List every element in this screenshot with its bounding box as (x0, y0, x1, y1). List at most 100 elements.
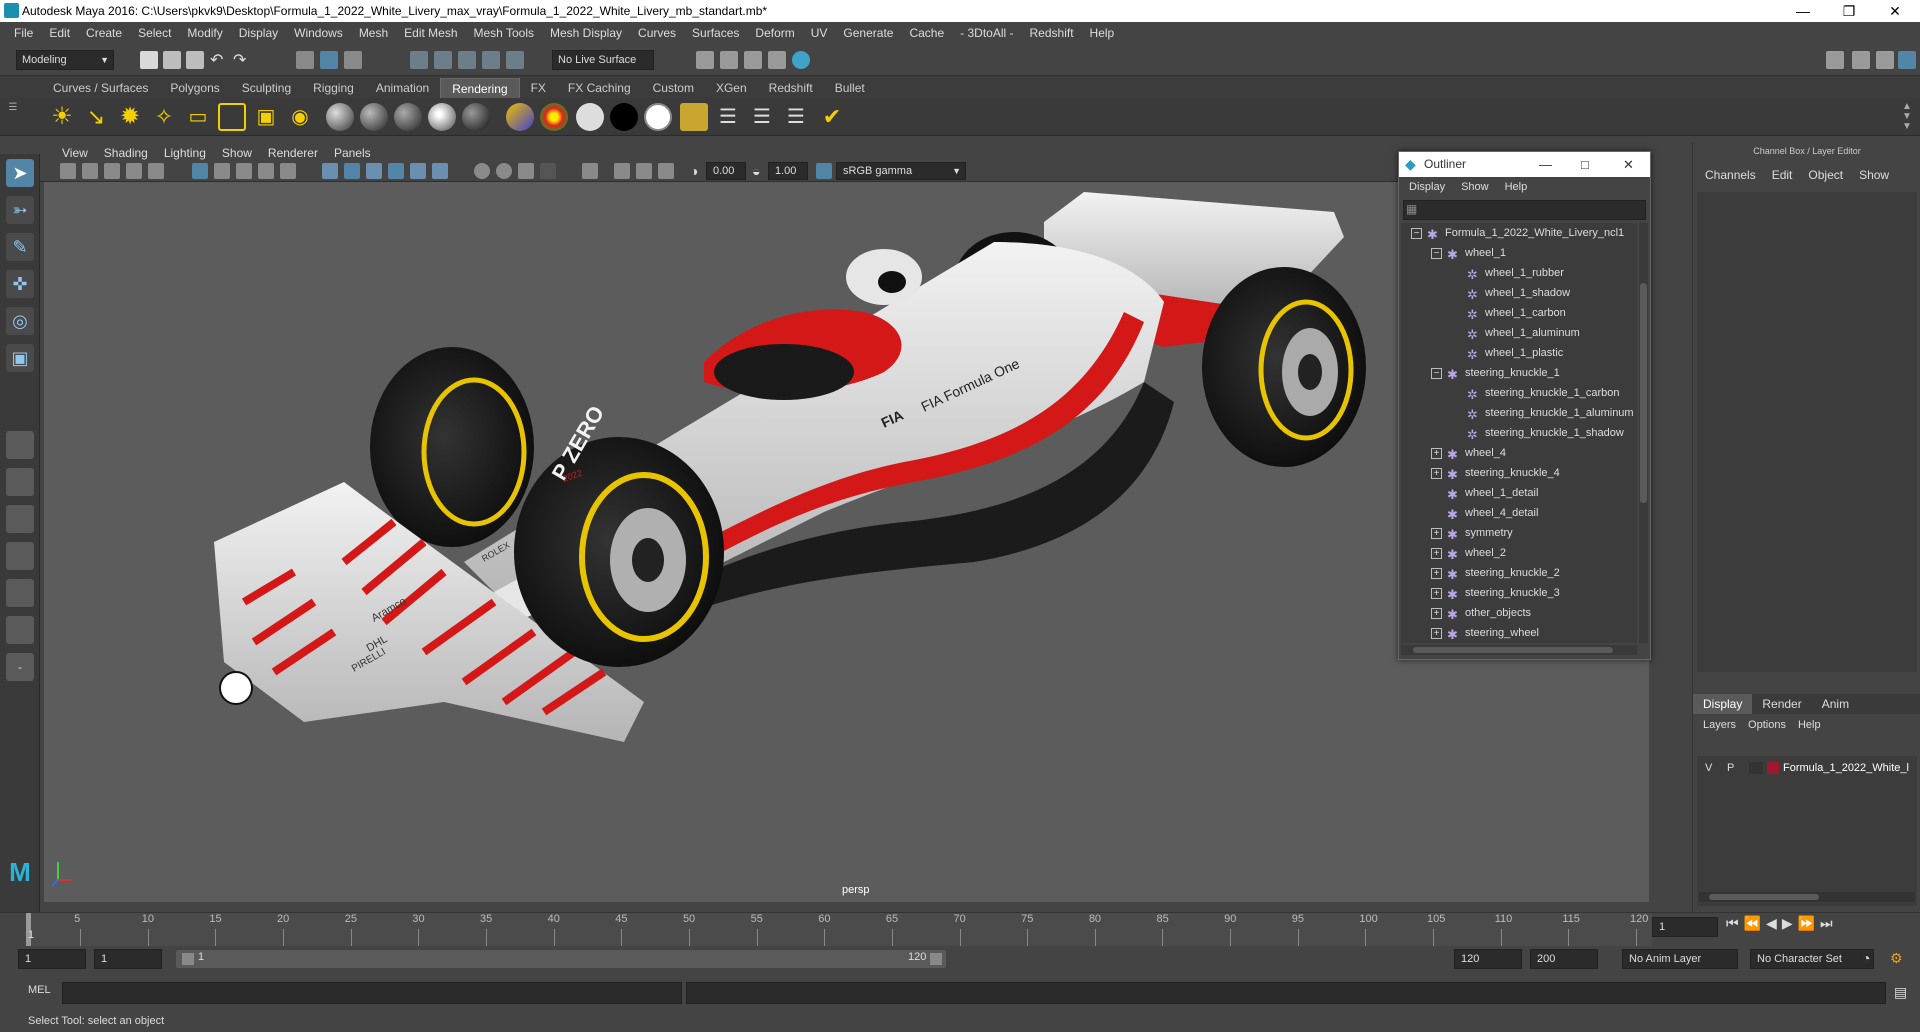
viewport-menu-show[interactable]: Show (214, 146, 260, 160)
outliner-item[interactable]: ✲ wheel_1_aluminum (1401, 323, 1637, 343)
paint-select-tool-icon[interactable]: ✎ (6, 233, 34, 261)
render-layer-icon[interactable]: ☰ (782, 103, 810, 131)
shelf-menu-icon[interactable]: ☰ (6, 102, 20, 132)
menu-mesh[interactable]: Mesh (351, 26, 396, 40)
menu-redshift[interactable]: Redshift (1022, 26, 1082, 40)
menu-curves[interactable]: Curves (630, 26, 684, 40)
grid-toggle-icon[interactable] (148, 163, 164, 179)
color-management-icon[interactable] (816, 163, 832, 179)
outliner-item[interactable]: ✲ wheel_1_plastic (1401, 343, 1637, 363)
camera-attributes-icon[interactable] (82, 163, 98, 179)
ramp-shader-icon[interactable] (506, 103, 534, 131)
shelf-tab-polygons[interactable]: Polygons (159, 78, 230, 98)
layer-menu-help[interactable]: Help (1792, 716, 1827, 734)
hypershade-shelf-icon[interactable]: ☰ (748, 103, 776, 131)
xray-components-icon[interactable] (658, 163, 674, 179)
outliner-item[interactable]: + ✱ wheel_4 (1401, 443, 1637, 463)
command-language-label[interactable]: MEL (28, 984, 51, 996)
modeling-toolkit-icon[interactable] (1826, 51, 1844, 69)
range-end-handle[interactable] (930, 953, 942, 965)
range-start-handle[interactable] (182, 953, 194, 965)
wireframe-on-shaded-icon[interactable] (366, 163, 382, 179)
render-view-shelf-icon[interactable] (680, 103, 708, 131)
outliner-maximize-button[interactable]: □ (1581, 152, 1589, 177)
menu-display[interactable]: Display (231, 26, 286, 40)
minimize-button[interactable]: — (1780, 0, 1826, 22)
menu-3dtoall[interactable]: - 3DtoAll - (952, 26, 1021, 40)
render-settings-icon[interactable] (768, 51, 786, 69)
outliner-item[interactable]: − ✱ Formula_1_2022_White_Livery_ncl1 (1401, 223, 1637, 243)
outliner-hscroll-thumb[interactable] (1413, 647, 1613, 653)
layer-playback-toggle[interactable]: P (1727, 758, 1734, 778)
menu-file[interactable]: File (6, 26, 41, 40)
camera-icon[interactable]: ▣ (252, 103, 280, 131)
channel-box-area[interactable] (1697, 192, 1917, 672)
menu-surfaces[interactable]: Surfaces (684, 26, 747, 40)
shelf-tab-redshift[interactable]: Redshift (758, 78, 824, 98)
depth-of-field-icon[interactable] (540, 163, 556, 179)
layer-hscroll-thumb[interactable] (1709, 894, 1819, 900)
outliner-item[interactable]: + ✱ steering_wheel (1401, 623, 1637, 643)
snap-grid-icon[interactable] (410, 51, 428, 69)
outliner-minimize-button[interactable]: — (1539, 152, 1552, 177)
layer-row[interactable]: V P Formula_1_2022_White_l (1697, 758, 1917, 778)
use-background-icon[interactable] (576, 103, 604, 131)
outliner-close-button[interactable]: ✕ (1623, 152, 1634, 177)
textured-icon[interactable] (388, 163, 404, 179)
bookmarks-icon[interactable] (104, 163, 120, 179)
persp-uv-layout-icon[interactable] (6, 616, 34, 644)
live-surface-field[interactable]: No Live Surface (552, 50, 654, 70)
gamma-field[interactable]: 1.00 (768, 162, 808, 180)
outliner-item[interactable]: + ✱ other_objects (1401, 603, 1637, 623)
menu-mesh-tools[interactable]: Mesh Tools (466, 26, 542, 40)
auto-key-icon[interactable]: ◔ (1862, 950, 1870, 966)
outliner-item[interactable]: ✲ wheel_1_rubber (1401, 263, 1637, 283)
scene-end-field[interactable]: 200 (1530, 949, 1598, 969)
layer-tab-anim[interactable]: Anim (1812, 694, 1859, 714)
shelf-tab-fx[interactable]: FX (520, 78, 557, 98)
use-all-lights-icon[interactable] (410, 163, 426, 179)
ipr-render-icon[interactable] (744, 51, 762, 69)
white-shader-icon[interactable] (644, 103, 672, 131)
save-scene-icon[interactable] (186, 51, 204, 69)
persp-graph-layout-icon[interactable] (6, 542, 34, 570)
film-gate-icon[interactable] (192, 163, 208, 179)
scene-start-field[interactable]: 1 (18, 949, 86, 969)
layout-options-icon[interactable]: - (6, 653, 34, 681)
viewport-menu-lighting[interactable]: Lighting (156, 146, 214, 160)
menu-windows[interactable]: Windows (286, 26, 351, 40)
outliner-menu-help[interactable]: Help (1497, 181, 1536, 193)
snap-surface-icon[interactable] (506, 51, 524, 69)
select-object-icon[interactable] (320, 51, 338, 69)
step-back-frame-icon[interactable]: ◀ (1766, 915, 1782, 931)
go-to-end-icon[interactable]: ⏭ (1820, 915, 1838, 931)
menu-edit[interactable]: Edit (41, 26, 78, 40)
playback-end-field[interactable]: 120 (1454, 949, 1522, 969)
outliner-item[interactable]: + ✱ steering_knuckle_2 (1401, 563, 1637, 583)
shelf-scroll-icon[interactable]: ▲ ▼ ▼ (1900, 102, 1914, 132)
snap-view-icon[interactable] (482, 51, 500, 69)
volume-light-icon[interactable] (218, 103, 246, 131)
menu-modify[interactable]: Modify (179, 26, 230, 40)
command-input[interactable] (62, 982, 682, 1004)
persp-outliner-layout-icon[interactable] (6, 505, 34, 533)
outliner-item[interactable]: − ✱ wheel_1 (1401, 243, 1637, 263)
lambert-material-icon[interactable] (360, 103, 388, 131)
ambient-light-icon[interactable]: ☀ (48, 103, 76, 131)
anim-layer-dropdown[interactable]: No Anim Layer (1622, 949, 1738, 969)
shelf-tab-rendering[interactable]: Rendering (440, 78, 520, 98)
viewport-menu-panels[interactable]: Panels (326, 146, 379, 160)
motion-blur-icon[interactable] (496, 163, 512, 179)
menu-help[interactable]: Help (1082, 26, 1123, 40)
field-chart-icon[interactable] (258, 163, 274, 179)
layer-menu-layers[interactable]: Layers (1697, 716, 1742, 734)
expand-icon[interactable]: + (1431, 568, 1442, 579)
move-tool-icon[interactable]: ✜ (6, 270, 34, 298)
phong-e-material-icon[interactable] (428, 103, 456, 131)
expand-icon[interactable]: + (1431, 468, 1442, 479)
time-slider[interactable]: 1 5 10 15 20 25 30 35 40 45 50 55 60 65 70 75 80 85 90 95 1… (0, 912, 1920, 947)
image-plane-icon[interactable] (126, 163, 142, 179)
collapse-icon[interactable]: − (1431, 368, 1442, 379)
expand-icon[interactable]: + (1431, 548, 1442, 559)
layer-tab-render[interactable]: Render (1752, 694, 1811, 714)
